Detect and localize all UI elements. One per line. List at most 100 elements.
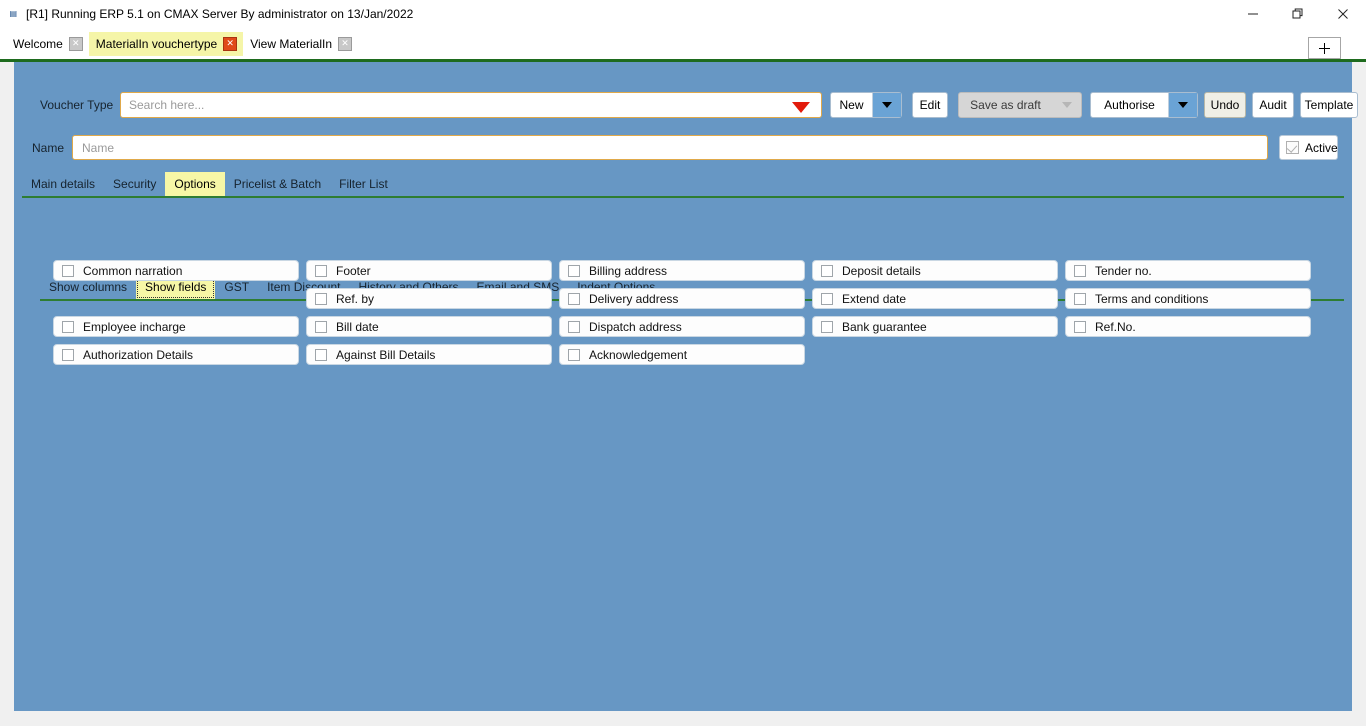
tab-label: Pricelist & Batch (233, 177, 322, 191)
authorise-dropdown-arrow-icon[interactable] (1168, 93, 1197, 117)
field-extend-date[interactable]: Extend date (812, 288, 1058, 309)
tab-main-details[interactable]: Main details (22, 172, 104, 196)
field-label: Billing address (589, 263, 668, 278)
field-label: Authorization Details (83, 347, 194, 362)
tab-filter-list[interactable]: Filter List (330, 172, 397, 196)
undo-button-label: Undo (1210, 98, 1240, 112)
checkbox-icon[interactable] (821, 292, 833, 305)
checkbox-icon[interactable] (315, 292, 327, 305)
field-ref-by[interactable]: Ref. by (306, 288, 552, 309)
authorise-button-label: Authorise (1104, 98, 1155, 112)
checkbox-icon[interactable] (1074, 292, 1086, 305)
field-label: Deposit details (842, 263, 921, 278)
minimize-icon[interactable] (1230, 0, 1275, 28)
field-label: Employee incharge (83, 319, 186, 334)
checkbox-icon[interactable] (568, 320, 580, 333)
checkbox-icon[interactable] (568, 264, 580, 277)
tab-security[interactable]: Security (104, 172, 165, 196)
new-dropdown-arrow-icon[interactable] (872, 93, 901, 117)
field-label: Terms and conditions (1095, 291, 1209, 306)
field-deposit-details[interactable]: Deposit details (812, 260, 1058, 281)
field-label: Ref. by (336, 291, 375, 306)
edit-button-label: Edit (919, 98, 941, 112)
checkbox-icon[interactable] (315, 264, 327, 277)
voucher-type-search-input[interactable]: Search here... (120, 92, 822, 118)
tab-list: Welcome ✕ MaterialIn vouchertype ✕ View … (6, 32, 358, 56)
tab-label: Security (113, 177, 157, 191)
checkbox-icon[interactable] (315, 348, 327, 361)
name-label: Name (32, 141, 65, 155)
field-ref-no[interactable]: Ref.No. (1065, 316, 1311, 337)
tab-label: View MaterialIn (250, 37, 333, 51)
tab-label: Main details (31, 177, 96, 191)
field-label: Footer (336, 263, 371, 278)
checkbox-icon[interactable] (821, 264, 833, 277)
active-checkbox-box[interactable] (1286, 141, 1299, 154)
checkbox-icon[interactable] (315, 320, 327, 333)
app-icon: ▤ (9, 9, 17, 18)
field-bank-guarantee[interactable]: Bank guarantee (812, 316, 1058, 337)
new-tab-button[interactable] (1308, 37, 1341, 59)
field-tender-no[interactable]: Tender no. (1065, 260, 1311, 281)
close-icon[interactable] (1320, 0, 1366, 28)
checkbox-icon[interactable] (62, 264, 74, 277)
template-button[interactable]: Template (1300, 92, 1358, 118)
edit-button[interactable]: Edit (912, 92, 948, 118)
field-against-bill-details[interactable]: Against Bill Details (306, 344, 552, 365)
field-terms-and-conditions[interactable]: Terms and conditions (1065, 288, 1311, 309)
tab-close-icon[interactable]: ✕ (68, 37, 83, 51)
window-title-bar: ▤ [R1] Running ERP 5.1 on CMAX Server By… (0, 0, 1366, 28)
field-label: Bank guarantee (842, 319, 927, 334)
audit-button[interactable]: Audit (1252, 92, 1294, 118)
checkbox-icon[interactable] (568, 292, 580, 305)
checkbox-icon[interactable] (568, 348, 580, 361)
save-as-draft-dropdown-arrow-icon[interactable] (1052, 93, 1081, 117)
save-as-draft-button[interactable]: Save as draft (958, 92, 1082, 118)
authorise-button[interactable]: Authorise (1090, 92, 1198, 118)
main-tab-underline (22, 196, 1344, 198)
field-dispatch-address[interactable]: Dispatch address (559, 316, 805, 337)
field-authorization-details[interactable]: Authorization Details (53, 344, 299, 365)
tab-close-icon[interactable]: ✕ (223, 37, 238, 51)
chevron-down-icon[interactable] (792, 102, 810, 113)
field-label: Ref.No. (1095, 319, 1136, 334)
tab-view-materialin[interactable]: View MaterialIn ✕ (243, 32, 358, 56)
checkbox-icon[interactable] (62, 320, 74, 333)
field-label: Dispatch address (589, 319, 682, 334)
field-label: Delivery address (589, 291, 679, 306)
active-checkbox[interactable]: Active (1279, 135, 1338, 160)
checkbox-icon[interactable] (62, 348, 74, 361)
tab-pricelist-and-batch[interactable]: Pricelist & Batch (225, 172, 330, 196)
tab-options[interactable]: Options (165, 172, 225, 196)
subtab-label: GST (224, 280, 250, 294)
tab-label: Welcome (13, 37, 63, 51)
name-input[interactable]: Name (72, 135, 1268, 160)
checkbox-icon[interactable] (1074, 320, 1086, 333)
field-employee-incharge[interactable]: Employee incharge (53, 316, 299, 337)
new-button-label: New (839, 98, 864, 112)
undo-button[interactable]: Undo (1204, 92, 1246, 118)
tab-label: Options (174, 177, 216, 191)
field-delivery-address[interactable]: Delivery address (559, 288, 805, 309)
tab-materialin-vouchertype[interactable]: MaterialIn vouchertype ✕ (88, 32, 244, 56)
save-as-draft-label: Save as draft (970, 98, 1041, 112)
subtab-label: Show fields (145, 280, 207, 294)
tab-label: Filter List (339, 177, 388, 191)
checkbox-icon[interactable] (1074, 264, 1086, 277)
field-bill-date[interactable]: Bill date (306, 316, 552, 337)
field-common-narration[interactable]: Common narration (53, 260, 299, 281)
window-controls (1230, 0, 1366, 28)
new-button[interactable]: New (830, 92, 902, 118)
tab-welcome[interactable]: Welcome ✕ (6, 32, 89, 56)
subtab-label: Show columns (49, 280, 128, 294)
field-footer[interactable]: Footer (306, 260, 552, 281)
active-checkbox-label: Active (1305, 140, 1338, 155)
field-label: Common narration (83, 263, 183, 278)
window-title: [R1] Running ERP 5.1 on CMAX Server By a… (26, 7, 414, 21)
field-acknowledgement[interactable]: Acknowledgement (559, 344, 805, 365)
tab-close-icon[interactable]: ✕ (338, 37, 353, 51)
checkbox-icon[interactable] (821, 320, 833, 333)
field-billing-address[interactable]: Billing address (559, 260, 805, 281)
restore-icon[interactable] (1275, 0, 1320, 28)
field-label: Against Bill Details (336, 347, 436, 362)
